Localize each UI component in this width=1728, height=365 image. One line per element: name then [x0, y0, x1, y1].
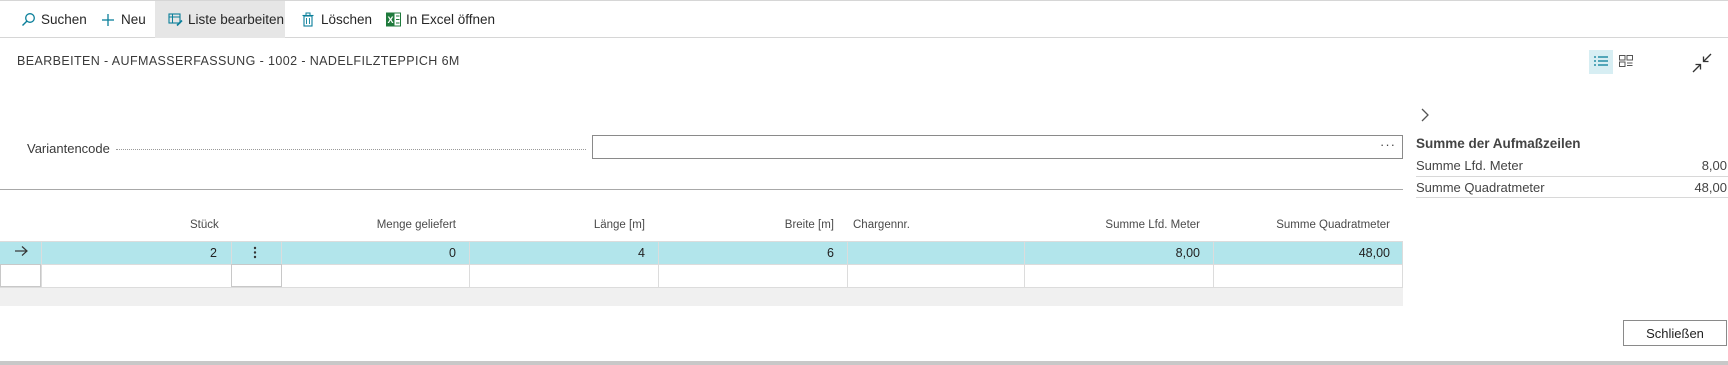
edit-list-label: Liste bearbeiten — [188, 12, 285, 27]
list-view-button[interactable] — [1589, 50, 1613, 74]
chevron-right-icon — [1420, 108, 1430, 125]
cell-stueck[interactable]: 2 — [190, 246, 217, 260]
new-button[interactable]: Neu — [100, 1, 146, 38]
cell-laenge[interactable]: 4 — [560, 246, 645, 260]
col-header-summe-lfd[interactable]: Summe Lfd. Meter — [1080, 219, 1200, 231]
grid-line — [1024, 241, 1025, 288]
variant-code-input[interactable]: ··· — [592, 135, 1403, 159]
col-header-menge[interactable]: Menge geliefert — [340, 219, 456, 231]
svg-text:X: X — [387, 15, 393, 25]
dialog-bottom-edge — [0, 361, 1728, 365]
factbox-title: Summe der Aufmaßzeilen — [1416, 136, 1581, 151]
factbox-qm-value[interactable]: 48,00 — [1660, 180, 1727, 195]
search-button[interactable]: Suchen — [20, 1, 87, 38]
cell-menge[interactable]: 0 — [340, 246, 456, 260]
table-row[interactable]: 2 0 4 6 8,00 48,00 — [0, 241, 1403, 264]
excel-icon: X — [385, 12, 401, 28]
search-label: Suchen — [41, 12, 87, 27]
open-excel-button[interactable]: X In Excel öffnen — [385, 1, 495, 38]
cell-summe-qm: 48,00 — [1358, 246, 1390, 260]
open-excel-label: In Excel öffnen — [406, 12, 496, 27]
collapse-button[interactable] — [1690, 52, 1714, 76]
cell-summe-lfd: 8,00 — [1175, 246, 1200, 260]
cell-breite[interactable]: 6 — [750, 246, 834, 260]
factbox-divider — [1416, 176, 1728, 177]
row-menu-icon[interactable] — [253, 246, 257, 262]
delete-button[interactable]: Löschen — [300, 1, 372, 38]
section-divider — [0, 189, 1403, 190]
table-row-new[interactable] — [0, 264, 1403, 288]
grid-line — [0, 264, 1403, 265]
tile-view-icon — [1619, 54, 1633, 70]
variant-lookup-button[interactable]: ··· — [1380, 137, 1396, 152]
factbox-lfd-label: Summe Lfd. Meter — [1416, 158, 1523, 173]
grid-footer-area — [0, 288, 1403, 306]
grid-line — [41, 241, 42, 288]
delete-label: Löschen — [321, 12, 373, 27]
close-button[interactable]: Schließen — [1623, 320, 1727, 346]
variant-code-label: Variantencode — [27, 141, 110, 156]
collapse-icon — [1692, 53, 1712, 76]
edit-list-icon — [167, 12, 183, 28]
action-bar: Suchen Neu Liste bearbeiten Löschen X In… — [0, 0, 1728, 38]
search-icon — [20, 12, 36, 28]
trash-icon — [300, 12, 316, 28]
grid-line — [658, 241, 659, 288]
new-label: Neu — [121, 12, 146, 27]
grid-line — [469, 241, 470, 288]
factbox-qm-label: Summe Quadratmeter — [1416, 180, 1545, 195]
factbox-divider — [1416, 197, 1728, 198]
new-row-indicator-cell[interactable] — [0, 264, 41, 287]
grid-line — [1402, 241, 1403, 288]
new-row-menu-cell[interactable] — [231, 264, 282, 287]
factbox-lfd-value[interactable]: 8,00 — [1660, 158, 1727, 173]
grid-line — [1213, 241, 1214, 288]
grid-line — [0, 287, 1403, 288]
list-view-icon — [1594, 55, 1608, 70]
col-header-summe-qm[interactable]: Summe Quadratmeter — [1240, 219, 1390, 231]
edit-list-button[interactable]: Liste bearbeiten — [155, 1, 285, 38]
grid-line — [847, 241, 848, 288]
col-header-stueck[interactable]: Stück — [190, 219, 219, 231]
plus-icon — [100, 12, 116, 28]
col-header-charge[interactable]: Chargennr. — [853, 219, 910, 231]
field-leader-line — [116, 149, 586, 150]
factbox-toggle[interactable] — [1420, 108, 1434, 124]
grid-line — [0, 241, 1403, 242]
tile-view-button[interactable] — [1614, 50, 1638, 74]
col-header-laenge[interactable]: Länge [m] — [560, 219, 645, 231]
page-title: BEARBEITEN - AUFMASSERFASSUNG - 1002 - N… — [17, 54, 460, 68]
col-header-breite[interactable]: Breite [m] — [750, 219, 834, 231]
row-arrow-icon — [14, 245, 28, 260]
